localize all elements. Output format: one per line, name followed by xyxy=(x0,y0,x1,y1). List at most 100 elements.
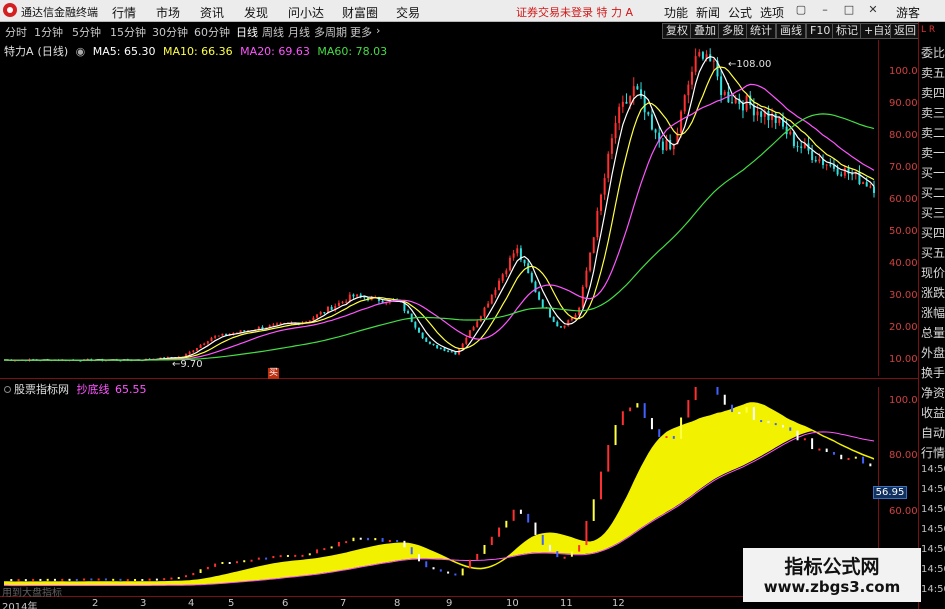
sidebar-item[interactable]: 行情 xyxy=(921,444,945,461)
sidebar-item[interactable]: 涨跌 xyxy=(921,284,945,301)
indicator-bar xyxy=(119,578,122,581)
indicator-bar xyxy=(53,578,56,581)
sidebar-item[interactable]: 卖二 xyxy=(921,124,945,141)
sidebar-item[interactable]: 买四 xyxy=(921,224,945,241)
sidebar-item[interactable]: 14:50 xyxy=(921,564,945,575)
indicator-bar xyxy=(825,448,828,453)
sidebar-item[interactable]: 自动 xyxy=(921,424,945,441)
period-60min[interactable]: 60分钟 xyxy=(194,24,230,40)
sidebar-item[interactable]: 14:50 xyxy=(921,464,945,475)
menu-news-right[interactable]: 新闻 xyxy=(696,4,720,21)
period-15min[interactable]: 15分钟 xyxy=(110,24,146,40)
period-daily[interactable]: 日线 xyxy=(236,24,258,40)
candle xyxy=(723,89,726,97)
back-button[interactable]: 返回 xyxy=(890,23,920,39)
indicator-bar xyxy=(97,578,100,581)
indicator-bar xyxy=(345,541,348,544)
sidebar-item[interactable]: 换手 xyxy=(921,364,945,381)
period-timeshare[interactable]: 分时 xyxy=(5,24,27,40)
sidebar-item[interactable]: 涨幅 xyxy=(921,304,945,321)
menu-market[interactable]: 市场 xyxy=(156,4,180,21)
adjust-button[interactable]: 复权 xyxy=(662,23,692,39)
candle xyxy=(814,156,817,163)
sidebar-item[interactable]: 14:50 xyxy=(921,544,945,555)
sidebar-item[interactable]: 外盘 xyxy=(921,344,945,361)
candle xyxy=(563,325,566,329)
sidebar-item[interactable]: 买五 xyxy=(921,244,945,261)
indicator-bar xyxy=(90,578,93,581)
menu-assistant[interactable]: 问小达 xyxy=(288,4,324,21)
sidebar-item[interactable]: 收益 xyxy=(921,404,945,421)
mark-button[interactable]: 标记 xyxy=(832,23,862,39)
sidebar-item[interactable]: 净资 xyxy=(921,384,945,401)
menu-trade[interactable]: 交易 xyxy=(396,4,420,21)
date-tick: 2 xyxy=(92,598,99,609)
indicator-toggle-icon[interactable] xyxy=(4,386,11,393)
sidebar-item[interactable]: 14:50 xyxy=(921,524,945,535)
candle xyxy=(840,171,843,177)
ma5-line xyxy=(4,55,875,362)
sidebar-item[interactable]: 14:50 xyxy=(921,504,945,515)
sidebar-item[interactable]: 买三 xyxy=(921,204,945,221)
sidebar-item[interactable]: 14:50 xyxy=(921,484,945,495)
sidebar-item[interactable]: 委比 xyxy=(921,44,945,61)
indicator-bar xyxy=(498,527,501,537)
f10-button[interactable]: F10 xyxy=(806,23,835,39)
multi-stock-button[interactable]: 多股 xyxy=(718,23,748,39)
sidebar-item[interactable]: 买二 xyxy=(921,184,945,201)
sidebar-item[interactable]: 卖五 xyxy=(921,64,945,81)
stats-button[interactable]: 统计 xyxy=(746,23,776,39)
indicator-bar xyxy=(104,578,107,581)
menu-wealth[interactable]: 财富圈 xyxy=(342,4,378,21)
guest-button[interactable]: 游客 xyxy=(896,4,920,21)
menu-discover[interactable]: 发现 xyxy=(244,4,268,21)
sidebar-item[interactable]: 现价 xyxy=(921,264,945,281)
overlay-button[interactable]: 叠加 xyxy=(690,23,720,39)
period-30min[interactable]: 30分钟 xyxy=(152,24,188,40)
menu-options[interactable]: 选项 xyxy=(760,4,784,21)
menu-quotes[interactable]: 行情 xyxy=(112,4,136,21)
price-chart[interactable] xyxy=(0,40,878,376)
indicator-bar xyxy=(811,438,814,450)
candle xyxy=(210,336,213,342)
menu-news[interactable]: 资讯 xyxy=(200,4,224,21)
period-more[interactable]: 更多 xyxy=(350,24,372,40)
indicator-bar xyxy=(163,578,166,581)
indicator-bar xyxy=(316,549,319,554)
menu-function[interactable]: 功能 xyxy=(664,4,688,21)
indicator-bar xyxy=(731,404,734,413)
draw-button[interactable]: 画线 xyxy=(776,23,806,39)
indicator-bar xyxy=(32,578,35,581)
candle xyxy=(501,273,504,284)
period-multi[interactable]: 多周期 xyxy=(314,24,347,40)
sidebar-corner[interactable]: L R xyxy=(921,25,935,35)
candle xyxy=(425,337,428,342)
sidebar-item[interactable]: 卖三 xyxy=(921,104,945,121)
candle xyxy=(825,163,828,171)
sidebar-item[interactable]: 14:50 xyxy=(921,584,945,595)
period-weekly[interactable]: 周线 xyxy=(262,24,284,40)
period-5min[interactable]: 5分钟 xyxy=(72,24,101,40)
login-notice[interactable]: 证券交易未登录 特 力 A xyxy=(516,4,633,20)
chevron-right-icon[interactable]: › xyxy=(376,24,380,37)
menu-formula[interactable]: 公式 xyxy=(728,4,752,21)
sidebar-item[interactable]: 卖一 xyxy=(921,144,945,161)
candle xyxy=(640,82,643,100)
indicator-bar xyxy=(723,394,726,405)
pane-divider[interactable] xyxy=(0,378,918,379)
sidebar-item[interactable]: 总量 xyxy=(921,324,945,341)
candle xyxy=(188,350,191,355)
sidebar-item[interactable]: 卖四 xyxy=(921,84,945,101)
date-tick: 3 xyxy=(140,598,147,609)
candle xyxy=(337,300,340,307)
maximize-icon[interactable]: □ xyxy=(842,3,856,17)
close-icon[interactable]: ✕ xyxy=(866,3,880,17)
minimize-icon[interactable]: – xyxy=(818,3,832,17)
candle xyxy=(352,293,355,299)
indicator-bar xyxy=(148,578,151,581)
period-monthly[interactable]: 月线 xyxy=(288,24,310,40)
sidebar-item[interactable]: 买一 xyxy=(921,164,945,181)
indicator-bar xyxy=(527,513,530,523)
menu-icon[interactable]: ▢ xyxy=(794,3,808,17)
period-1min[interactable]: 1分钟 xyxy=(34,24,63,40)
